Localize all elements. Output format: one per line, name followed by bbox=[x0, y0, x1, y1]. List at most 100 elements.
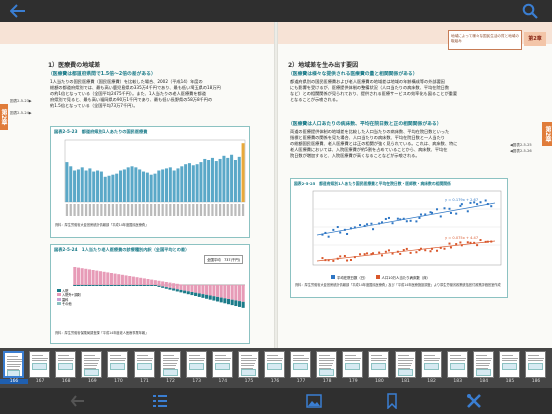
bar-segment bbox=[201, 294, 205, 298]
bar-segment bbox=[157, 285, 161, 286]
thumbnail-page-number[interactable]: 175 bbox=[235, 379, 263, 384]
tick-label-mark bbox=[230, 204, 233, 216]
thumbnail-text-line bbox=[345, 357, 362, 359]
thumbnail-text-line bbox=[214, 355, 226, 356]
thumbnail-page-number[interactable]: 177 bbox=[287, 379, 315, 384]
thumbnail-page-172[interactable] bbox=[159, 351, 181, 378]
thumbnail-page-186[interactable] bbox=[525, 351, 546, 378]
thumbnail-page-number[interactable]: 180 bbox=[365, 379, 393, 384]
thumbnail-strip[interactable]: 166 167 168 169 170 171 172 173 174 175 176 177 178 1… bbox=[0, 348, 552, 388]
thumbnail-page-183[interactable] bbox=[446, 351, 468, 378]
scatter-point bbox=[443, 207, 446, 210]
thumbnail-page-174[interactable] bbox=[211, 351, 233, 378]
bar bbox=[180, 166, 184, 202]
thumbnail-text-line bbox=[7, 356, 18, 357]
book-spread[interactable]: 第2章 1）医療費の地域差 （医療費は都道府県間で1.5倍〜2倍の差がある） 図… bbox=[0, 22, 552, 348]
tick-label-mark bbox=[226, 204, 229, 216]
bar-segment bbox=[212, 285, 216, 297]
thumbnail-page-176[interactable] bbox=[264, 351, 285, 378]
thumbnail-text-line bbox=[7, 361, 22, 362]
thumbnail-page-181[interactable] bbox=[394, 351, 416, 378]
back-arrow-icon[interactable] bbox=[70, 393, 86, 409]
scatter-point bbox=[339, 255, 342, 258]
thumbnail-page-number[interactable]: 181 bbox=[392, 379, 420, 384]
side-ref-item[interactable]: 図表2-5-24▶ bbox=[10, 110, 32, 116]
thumbnail-page-178[interactable] bbox=[316, 351, 338, 378]
thumbnail-page-number[interactable]: 173 bbox=[183, 379, 211, 384]
thumbnail-text-line bbox=[214, 357, 231, 359]
bar-segment bbox=[241, 285, 245, 302]
thumbnail-page-number[interactable]: 171 bbox=[131, 379, 159, 384]
thumbnail-page-number[interactable]: 182 bbox=[418, 379, 446, 384]
side-ref-item[interactable]: ◀図表2-5-26 bbox=[510, 148, 532, 154]
figure-2-5-24[interactable]: 図表2-5-24 1人当たり老人医療費の診療種別内訳（全国平均との差） 全国平均… bbox=[50, 244, 250, 344]
tick-label-mark bbox=[138, 204, 141, 216]
thumbnail-page-177[interactable] bbox=[290, 351, 312, 378]
thumbnail-page-182[interactable] bbox=[420, 351, 442, 378]
bar-segment bbox=[87, 285, 91, 286]
thumbnail-page-179[interactable] bbox=[342, 351, 364, 378]
thumbnail-page-number[interactable]: 167 bbox=[26, 379, 54, 384]
thumbnail-text-line bbox=[501, 357, 518, 359]
legend-swatch bbox=[57, 297, 61, 301]
bar-segment bbox=[205, 285, 209, 295]
scatter-point bbox=[484, 240, 487, 243]
figure-2-5-25[interactable]: 図表2-5-25 都道府県別1人あたり国民医療費と平均在院日数・医師数・病床数の… bbox=[290, 178, 508, 298]
scatter-point bbox=[378, 251, 381, 254]
thumbnail-figure bbox=[319, 369, 335, 376]
thumbnail-page-number[interactable]: 174 bbox=[209, 379, 237, 384]
prefecture-bar-chart bbox=[64, 139, 246, 216]
scatter-point bbox=[343, 228, 346, 231]
thumbnail-text-line bbox=[240, 357, 257, 359]
thumbnail-page-169[interactable] bbox=[81, 351, 103, 378]
thumbnail-page-175[interactable] bbox=[237, 351, 259, 378]
thumbnail-page-170[interactable] bbox=[107, 351, 129, 378]
thumbnail-page-171[interactable] bbox=[133, 351, 155, 378]
thumbnail-page-number[interactable]: 179 bbox=[339, 379, 367, 384]
thumbnail-page-number[interactable]: 183 bbox=[444, 379, 472, 384]
bar-segment bbox=[241, 301, 245, 308]
scatter-point bbox=[384, 217, 387, 220]
search-icon[interactable] bbox=[522, 3, 538, 19]
bar bbox=[199, 162, 203, 202]
thumbnail-page-number[interactable]: 172 bbox=[157, 379, 185, 384]
tools-icon[interactable] bbox=[466, 393, 482, 409]
scatter-point bbox=[349, 259, 352, 261]
thumbnail-text-line bbox=[162, 365, 176, 366]
thumbnail-page-185[interactable] bbox=[498, 351, 520, 378]
thumbnail-page-number[interactable]: 184 bbox=[470, 379, 498, 384]
thumbnail-figure bbox=[501, 363, 517, 370]
thumbnail-page-number[interactable]: 186 bbox=[522, 379, 550, 384]
thumbnail-text-line bbox=[449, 357, 466, 359]
image-icon[interactable] bbox=[306, 393, 322, 409]
thumbnail-page-166[interactable] bbox=[3, 351, 24, 378]
bar-segment bbox=[223, 298, 227, 304]
scatter-point bbox=[346, 232, 349, 235]
bookmark-icon[interactable] bbox=[384, 393, 400, 409]
thumbnail-page-number[interactable]: 168 bbox=[52, 379, 80, 384]
thumbnail-page-180[interactable] bbox=[368, 351, 390, 378]
thumbnail-text-line bbox=[136, 355, 148, 356]
thumbnail-page-number[interactable]: 185 bbox=[496, 379, 524, 384]
tick-label-mark bbox=[157, 204, 160, 216]
thumbnail-page-168[interactable] bbox=[55, 351, 77, 378]
thumbnail-page-number[interactable]: 166 bbox=[0, 379, 28, 384]
bar-segment bbox=[175, 283, 179, 285]
thumbnail-figure bbox=[84, 369, 100, 376]
bar-segment bbox=[128, 276, 132, 285]
tick-label-mark bbox=[192, 204, 195, 216]
list-icon[interactable] bbox=[152, 393, 168, 409]
thumbnail-page-number[interactable]: 169 bbox=[78, 379, 106, 384]
back-icon[interactable] bbox=[10, 4, 26, 18]
figure-2-5-23[interactable]: 図表2-5-23 都道府県別1人あたりの国民医療費 資料：厚生労働省大臣官房統計… bbox=[50, 126, 250, 238]
scatter-point bbox=[448, 207, 451, 210]
thumbnail-text-line bbox=[162, 357, 179, 359]
side-ref-item[interactable]: 図表2-5-23▶ bbox=[10, 98, 32, 104]
thumbnail-page-number[interactable]: 170 bbox=[104, 379, 132, 384]
thumbnail-page-number[interactable]: 178 bbox=[313, 379, 341, 384]
thumbnail-page-number[interactable]: 176 bbox=[261, 379, 289, 384]
bar-segment bbox=[161, 286, 165, 288]
thumbnail-page-167[interactable] bbox=[29, 351, 51, 378]
thumbnail-page-184[interactable] bbox=[472, 351, 494, 378]
thumbnail-page-173[interactable] bbox=[185, 351, 207, 378]
